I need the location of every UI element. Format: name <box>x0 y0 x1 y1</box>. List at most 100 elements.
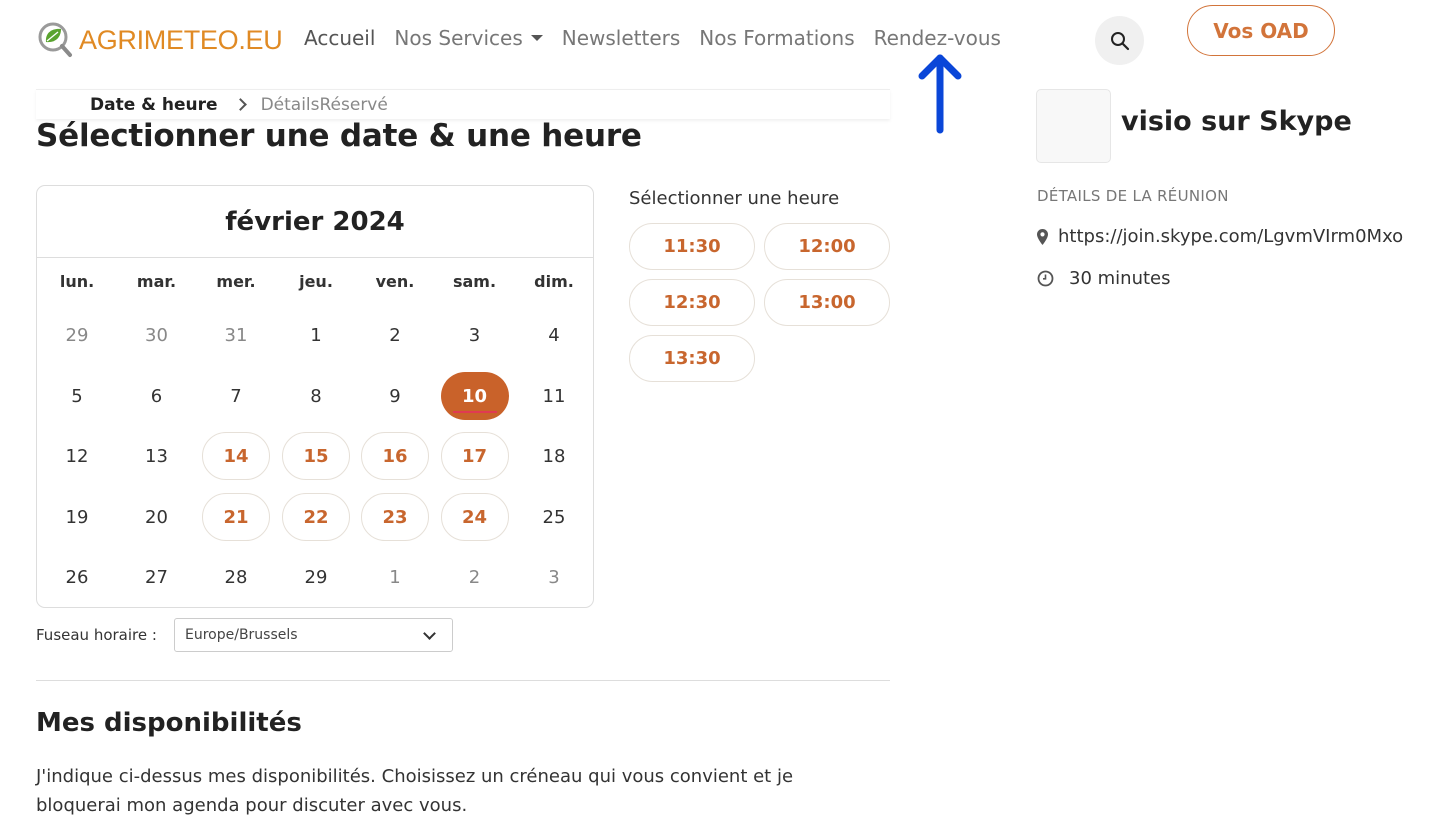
breadcrumb: Date & heure DétailsRéservé <box>36 89 890 119</box>
weekday-label: lun. <box>59 272 95 291</box>
calendar-day-number: 15 <box>303 445 329 467</box>
magnifier-leaf-icon <box>36 21 74 59</box>
location-pin-icon <box>1037 228 1048 245</box>
calendar-day: 27 <box>123 553 191 601</box>
weekday-header: lun. mar. mer. jeu. ven. sam. dim. <box>37 272 593 292</box>
calendar-day-number: 1 <box>310 324 322 346</box>
nav-item-newsletters[interactable]: Newsletters <box>562 26 681 50</box>
calendar-day: 29 <box>282 553 350 601</box>
calendar-day-available[interactable]: 21 <box>202 493 270 541</box>
calendar-day-number: 20 <box>145 506 168 528</box>
calendar-day: 5 <box>43 372 111 420</box>
calendar-day-number: 30 <box>145 324 168 346</box>
calendar-day-available[interactable]: 23 <box>361 493 429 541</box>
calendar-day-number: 31 <box>224 324 248 346</box>
calendar-day-number: 10 <box>461 385 488 407</box>
calendar-day-number: 7 <box>230 385 242 407</box>
calendar-day-number: 8 <box>310 385 322 407</box>
calendar-day-available[interactable]: 14 <box>202 432 270 480</box>
time-slot-button[interactable]: 12:00 <box>764 223 890 270</box>
brand-logo[interactable]: AGRIMETEO.EU <box>36 20 283 60</box>
meeting-duration: 30 minutes <box>1069 268 1171 289</box>
calendar-day: 28 <box>202 553 270 601</box>
weekday-label: sam. <box>452 272 497 291</box>
time-slot-button[interactable]: 13:30 <box>629 335 755 382</box>
timezone-select[interactable]: Europe/Brussels <box>174 618 453 652</box>
search-button[interactable] <box>1095 16 1144 65</box>
calendar-day-available[interactable]: 16 <box>361 432 429 480</box>
breadcrumb-step-details: DétailsRéservé <box>260 94 388 115</box>
calendar-day: 26 <box>43 553 111 601</box>
nav-item-formations[interactable]: Nos Formations <box>699 26 854 50</box>
nav-item-accueil[interactable]: Accueil <box>304 26 375 50</box>
brand-name: AGRIMETEO.EU <box>79 24 283 55</box>
calendar-day-number: 9 <box>389 385 401 407</box>
main-nav: Accueil Nos Services Newsletters Nos For… <box>304 26 1001 50</box>
meeting-title: visio sur Skype <box>1121 106 1352 137</box>
breadcrumb-step-date: Date & heure <box>90 94 218 115</box>
calendar-day-number: 1 <box>389 566 401 588</box>
meeting-link[interactable]: https://join.skype.com/LgvmVIrm0Mxo <box>1058 226 1403 247</box>
chevron-down-icon <box>530 34 543 41</box>
calendar-day-number: 3 <box>468 324 481 346</box>
calendar-day-number: 13 <box>145 445 168 467</box>
search-icon <box>1110 31 1129 50</box>
meeting-duration-row: 30 minutes <box>1037 268 1171 289</box>
calendar-day-number: 25 <box>542 506 566 528</box>
calendar-day-number: 2 <box>389 324 401 346</box>
calendar-day: 9 <box>361 372 429 420</box>
time-slot-button[interactable]: 12:30 <box>629 279 755 326</box>
calendar-day: 31 <box>202 311 270 359</box>
nav-item-services[interactable]: Nos Services <box>394 26 543 50</box>
availability-text: J'indique ci-dessus mes disponibilités. … <box>36 766 794 816</box>
calendar-month-label: février 2024 <box>37 186 593 258</box>
calendar-day-number: 6 <box>150 385 163 407</box>
calendar-day: 2 <box>361 311 429 359</box>
calendar-day-number: 17 <box>461 445 488 467</box>
clock-icon <box>1037 270 1054 287</box>
section-divider <box>36 680 890 681</box>
calendar-day: 19 <box>43 493 111 541</box>
time-slot-button[interactable]: 11:30 <box>629 223 755 270</box>
nav-item-services-label: Nos Services <box>394 26 523 50</box>
availability-title: Mes disponibilités <box>36 708 302 738</box>
nav-item-rendez-vous[interactable]: Rendez-vous <box>874 26 1001 50</box>
calendar-day: 3 <box>520 553 588 601</box>
calendar-day: 12 <box>43 432 111 480</box>
calendar-day: 20 <box>123 493 191 541</box>
calendar-day-number: 16 <box>382 445 408 467</box>
calendar-day-selected[interactable]: 10 <box>440 372 509 420</box>
meeting-image <box>1036 89 1111 163</box>
calendar-day-available[interactable]: 17 <box>440 432 509 480</box>
weekday-label: ven. <box>375 272 415 291</box>
calendar-day-number: 29 <box>304 566 328 588</box>
calendar-day-number: 29 <box>65 324 89 346</box>
calendar-day-number: 21 <box>223 506 249 528</box>
calendar-day: 4 <box>520 311 588 359</box>
calendar-day-number: 26 <box>65 566 89 588</box>
timezone-label: Fuseau horaire : <box>36 626 157 644</box>
calendar-day: 18 <box>520 432 588 480</box>
time-slot-button[interactable]: 13:00 <box>764 279 890 326</box>
calendar-day: 1 <box>361 553 429 601</box>
calendar-day-available[interactable]: 15 <box>282 432 350 480</box>
vos-oad-button[interactable]: Vos OAD <box>1187 5 1335 56</box>
chevron-down-icon <box>423 627 436 640</box>
calendar-day: 8 <box>282 372 350 420</box>
calendar-day: 3 <box>441 311 509 359</box>
calendar-day-number: 23 <box>382 506 408 528</box>
today-underline <box>452 411 497 413</box>
calendar-day-number: 24 <box>461 506 488 528</box>
chevron-right-icon <box>233 98 247 111</box>
calendar-day-number: 14 <box>223 445 249 467</box>
timezone-value: Europe/Brussels <box>185 627 298 643</box>
times-label: Sélectionner une heure <box>629 188 840 209</box>
calendar-day-available[interactable]: 24 <box>440 493 509 541</box>
calendar-day-available[interactable]: 22 <box>282 493 350 541</box>
calendar-day-number: 2 <box>468 566 481 588</box>
calendar-day: 6 <box>123 372 191 420</box>
calendar-day: 2 <box>441 553 509 601</box>
page-title: Sélectionner une date & une heure <box>36 118 642 154</box>
calendar-day-number: 22 <box>303 506 329 528</box>
calendar-day: 1 <box>282 311 350 359</box>
